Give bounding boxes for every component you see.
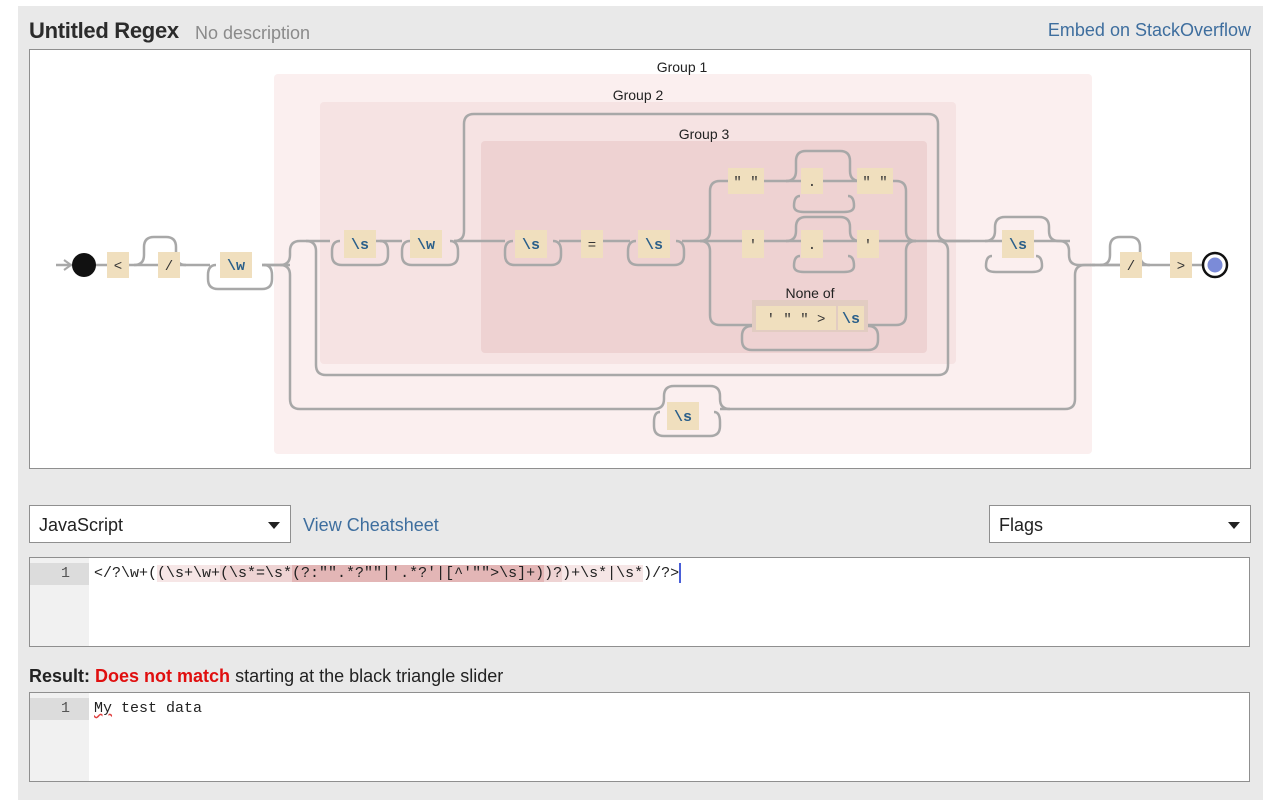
test-editor[interactable]: 1 My test data xyxy=(29,692,1250,782)
svg-text:' " " >: ' " " > xyxy=(767,312,826,328)
svg-text:\s: \s xyxy=(645,237,663,254)
chevron-down-icon xyxy=(1228,522,1240,529)
token-dquote-open[interactable]: " " xyxy=(728,168,764,194)
svg-text:\w: \w xyxy=(227,258,245,275)
svg-text:': ' xyxy=(749,238,757,254)
line-number: 1 xyxy=(30,698,89,720)
svg-text:<: < xyxy=(114,259,122,275)
flavor-select[interactable]: JavaScript xyxy=(29,505,291,543)
regex-code-line[interactable]: </?\w+((\s+\w+(\s*=\s*(?:"".*?""|'.*?'|[… xyxy=(94,563,682,585)
token-any-1[interactable]: . xyxy=(801,168,823,194)
chevron-down-icon xyxy=(268,522,280,529)
token-slash-end[interactable]: / xyxy=(1120,252,1142,278)
svg-text:/: / xyxy=(1127,259,1135,275)
start-node-icon xyxy=(72,253,96,277)
svg-text:\s: \s xyxy=(842,311,860,328)
token-lt[interactable]: < xyxy=(107,252,129,278)
view-cheatsheet-link[interactable]: View Cheatsheet xyxy=(303,515,439,536)
flags-select-value: Flags xyxy=(999,515,1044,535)
svg-text:\s: \s xyxy=(1009,237,1027,254)
line-number: 1 xyxy=(30,563,89,585)
svg-text:" ": " " xyxy=(862,175,887,191)
text-cursor xyxy=(679,563,682,584)
result-status: Does not match xyxy=(95,666,231,686)
group-2-label: Group 2 xyxy=(613,87,664,103)
svg-text:\s: \s xyxy=(674,409,692,426)
embed-stackoverflow-link[interactable]: Embed on StackOverflow xyxy=(1048,20,1251,41)
svg-text:>: > xyxy=(1177,259,1185,275)
svg-text:" ": " " xyxy=(733,175,758,191)
regex-seg-group3: (?:"".*?""|'.*?'|[^'"">\s]+) xyxy=(292,565,545,582)
token-dquote-close[interactable]: " " xyxy=(857,168,893,194)
regex-editor-gutter: 1 xyxy=(30,558,89,646)
regex-description[interactable]: No description xyxy=(195,23,310,44)
token-word-1[interactable]: \w xyxy=(220,252,252,278)
token-word-2[interactable]: \w xyxy=(410,230,442,258)
regex-seg-group2: (\s*=\s*(?:"".*?""|'.*?'|[^'"">\s]+))? xyxy=(220,565,563,582)
svg-text:\w: \w xyxy=(417,237,435,254)
end-node-fill xyxy=(1207,257,1223,273)
header: Untitled Regex No description Embed on S… xyxy=(29,16,1251,46)
token-space-star-2[interactable]: \s xyxy=(638,230,670,258)
railroad-diagram-svg: Group 1 Group 2 Group 3 < / \w \s \w \s … xyxy=(56,59,1229,454)
svg-text:\s: \s xyxy=(522,237,540,254)
regex-title[interactable]: Untitled Regex xyxy=(29,18,179,44)
railroad-diagram: Group 1 Group 2 Group 3 < / \w \s \w \s … xyxy=(29,49,1251,469)
token-squote-close[interactable]: ' xyxy=(857,230,879,258)
test-code-line[interactable]: My test data xyxy=(94,698,202,720)
token-gt[interactable]: > xyxy=(1170,252,1192,278)
svg-text:/: / xyxy=(165,259,173,275)
result-line: Result: Does not match starting at the b… xyxy=(29,666,503,687)
svg-text:': ' xyxy=(864,238,872,254)
regex-seg-suffix: )/?> xyxy=(643,565,680,582)
test-word-misspelled: My xyxy=(94,700,113,717)
token-equals[interactable]: = xyxy=(581,230,603,258)
svg-text:\s: \s xyxy=(351,237,369,254)
svg-text:=: = xyxy=(588,238,596,254)
none-of-label: None of xyxy=(785,285,834,301)
token-space-star-4[interactable]: \s xyxy=(667,402,699,430)
token-squote-open[interactable]: ' xyxy=(742,230,764,258)
svg-text:.: . xyxy=(808,238,816,254)
result-detail: starting at the black triangle slider xyxy=(235,666,504,686)
regex-seg-prefix: </?\w+( xyxy=(94,565,158,582)
token-any-2[interactable]: . xyxy=(801,230,823,258)
svg-text:.: . xyxy=(808,175,816,191)
test-text-rest: test data xyxy=(112,700,203,717)
token-space-star-1[interactable]: \s xyxy=(515,230,547,258)
result-label: Result: xyxy=(29,666,91,686)
regex-seg-group1-open: (\s+\w+(\s*=\s*(?:"".*?""|'.*?'|[^'"">\s… xyxy=(157,565,644,582)
group-1-label: Group 1 xyxy=(657,59,708,75)
token-slash[interactable]: / xyxy=(158,252,180,278)
token-space-plus[interactable]: \s xyxy=(344,230,376,258)
regex-editor[interactable]: 1 </?\w+((\s+\w+(\s*=\s*(?:"".*?""|'.*?'… xyxy=(29,557,1250,647)
group-3-label: Group 3 xyxy=(679,126,730,142)
test-editor-gutter: 1 xyxy=(30,693,89,781)
token-space-star-3[interactable]: \s xyxy=(1002,230,1034,258)
flags-select[interactable]: Flags xyxy=(989,505,1251,543)
flavor-select-value: JavaScript xyxy=(39,515,124,535)
